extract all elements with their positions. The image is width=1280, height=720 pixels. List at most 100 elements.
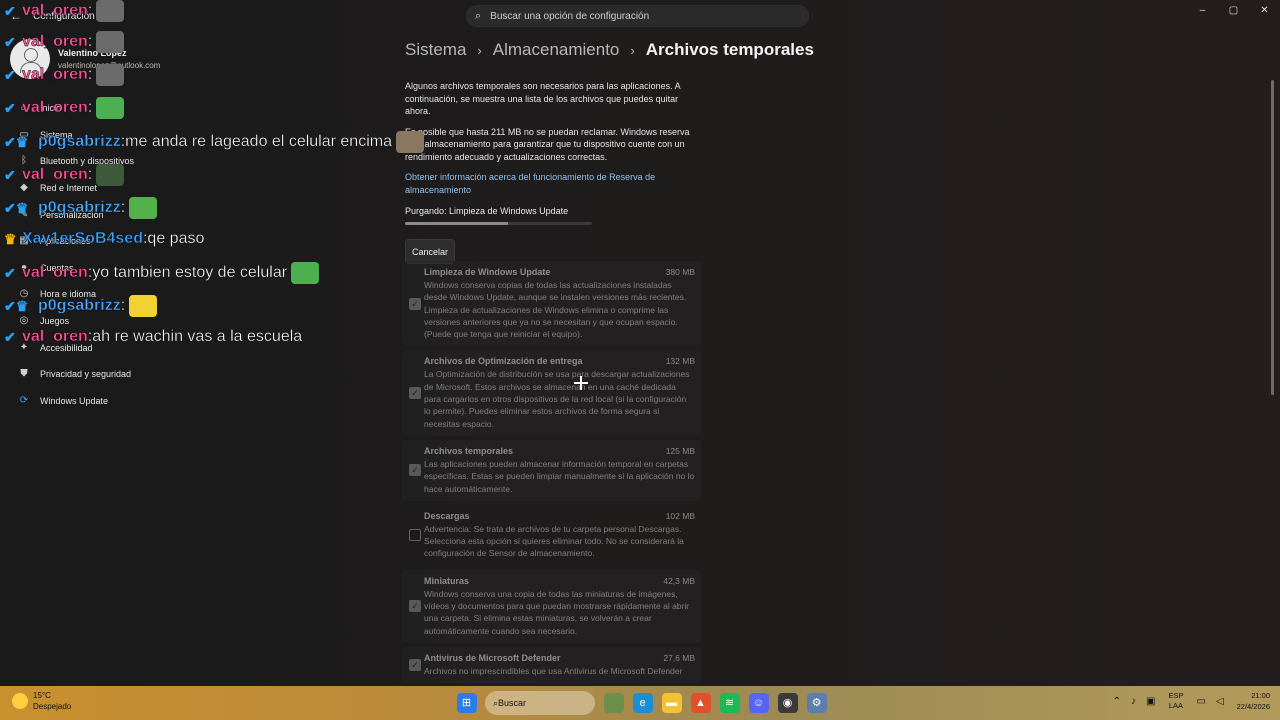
category-checkbox[interactable] — [409, 529, 421, 542]
chat-message: ✔♛ p0gsabrizz: — [4, 295, 158, 317]
weather-widget[interactable]: 15°C Despejado — [12, 690, 71, 712]
category-description: Advertencia: Se trata de archivos de tu … — [424, 523, 684, 559]
chat-text: ah re wachin vas a la escuela — [92, 328, 303, 345]
frog-app-icon[interactable] — [603, 693, 624, 713]
chat-separator: : — [87, 2, 93, 19]
chat-username[interactable]: val_oren — [22, 66, 88, 84]
category-checkbox[interactable]: ✓ — [409, 386, 421, 399]
language-indicator[interactable]: ESP LAA — [1168, 691, 1183, 711]
chat-emote-icon — [96, 164, 125, 186]
category-checkbox[interactable]: ✓ — [409, 658, 421, 671]
chat-username[interactable]: val_oren — [22, 99, 88, 117]
file-explorer-icon[interactable]: ▬ — [661, 693, 682, 713]
obs-icon[interactable]: ◉ — [777, 693, 798, 713]
storage-reserve-link[interactable]: Obtener información acerca del funcionam… — [405, 171, 705, 196]
shield-icon: ⛊ — [20, 368, 28, 380]
chat-text: yo tambien estoy de celular — [92, 264, 288, 281]
spotify-icon[interactable]: ≋ — [719, 693, 740, 713]
category-size: 27,6 MB — [663, 652, 695, 663]
taskbar: 15°C Despejado ⊞ ⌕ Buscar e ▬ ▲ ≋ ☺ ◉ ⚙ ⌃ ♪ ▣ ES… — [0, 686, 1280, 720]
sidebar-item-windows-update[interactable]: ⟳ Windows Update — [0, 388, 200, 415]
category-description: Archivos no imprescindibles que usa Anti… — [424, 665, 683, 676]
edge-icon[interactable]: e — [632, 693, 653, 713]
clock-time: 21:00 — [1251, 691, 1270, 700]
chat-username[interactable]: p0gsabrizz — [38, 297, 121, 315]
scrollbar[interactable] — [1271, 80, 1274, 395]
chat-badge-icon: ✔♛ — [4, 297, 29, 314]
sun-icon — [12, 693, 28, 709]
sidebar-item-label: Privacidad y seguridad — [40, 369, 132, 380]
temp-file-category: Descargas 102 MB Advertencia: Se trata de … — [402, 505, 701, 566]
category-title: Limpieza de Windows Update — [424, 267, 551, 277]
category-title: Antivirus de Microsoft Defender — [424, 652, 561, 663]
chat-badge-icon: ✔ — [4, 2, 16, 19]
chat-emote-icon — [395, 131, 424, 153]
chat-username[interactable]: val_oren — [22, 264, 88, 282]
minimize-icon[interactable]: – — [1187, 0, 1218, 22]
close-icon[interactable]: ✕ — [1249, 0, 1280, 22]
chat-username[interactable]: val_oren — [22, 328, 88, 346]
category-size: 102 MB — [665, 510, 695, 521]
reserve-text: Es posible que hasta 211 MB no se puedan… — [405, 126, 690, 162]
chat-separator: : — [120, 199, 126, 216]
tray-app-icon[interactable]: ▣ — [1146, 696, 1155, 707]
chat-badge-icon: ✔ — [4, 166, 16, 183]
breadcrumb-almacenamiento[interactable]: Almacenamiento — [493, 40, 620, 60]
category-checkbox[interactable]: ✓ — [409, 600, 421, 613]
crosshair-cursor-icon — [574, 376, 588, 390]
weather-temp: 15°C — [33, 691, 51, 700]
brave-icon[interactable]: ▲ — [690, 693, 711, 713]
volume-icon[interactable]: ◁ — [1216, 696, 1224, 707]
breadcrumb: Sistema › Almacenamiento › Archivos temp… — [405, 40, 814, 60]
category-title: Archivos temporales — [424, 445, 514, 456]
start-icon[interactable]: ⊞ — [456, 693, 477, 713]
settings-search-input[interactable] — [490, 10, 791, 22]
chat-message: ✔♛ p0gsabrizz: — [4, 197, 158, 219]
lang-line2: LAA — [1168, 701, 1184, 710]
chat-username[interactable]: val_oren — [22, 166, 88, 184]
discord-icon[interactable]: ☺ — [748, 693, 769, 713]
chat-badge-icon: ✔♛ — [4, 199, 29, 216]
chat-badge-icon: ✔ — [4, 264, 16, 281]
category-checkbox[interactable]: ✓ — [409, 464, 421, 477]
chat-message: ✔ val_oren: — [4, 97, 125, 119]
taskbar-apps: ⊞ ⌕ Buscar e ▬ ▲ ≋ ☺ ◉ ⚙ — [452, 691, 831, 715]
category-title: Archivos de Optimización de entrega — [424, 356, 583, 367]
maximize-icon[interactable]: ▢ — [1218, 0, 1249, 22]
purging-status: Purgando: Limpieza de Windows Update — [405, 206, 569, 216]
sidebar-item-privacidad-y-seguridad[interactable]: ⛊ Privacidad y seguridad — [0, 361, 200, 388]
chat-emote-icon — [96, 0, 125, 22]
category-title: Descargas — [424, 510, 470, 521]
category-description: Windows conserva copias de todas las act… — [424, 280, 687, 340]
chat-username[interactable]: p0gsabrizz — [38, 133, 121, 151]
chat-badge-icon: ♛ — [4, 230, 17, 247]
chat-badge-icon: ✔ — [4, 99, 16, 116]
category-size: 132 MB — [665, 356, 695, 367]
chat-username[interactable]: p0gsabrizz — [38, 199, 121, 217]
settings-search-box[interactable]: ⌕ — [466, 5, 809, 27]
taskbar-search[interactable]: ⌕ Buscar — [485, 691, 595, 715]
lang-line1: ESP — [1168, 691, 1184, 700]
chat-emote-icon — [96, 97, 125, 119]
network-icon[interactable]: ▭ — [1196, 696, 1205, 707]
chat-message: ✔ val_oren: ah re wachin vas a la escuela — [4, 328, 302, 346]
clock[interactable]: 21:00 22/4/2026 — [1237, 690, 1270, 712]
chevron-right-icon: › — [630, 42, 635, 58]
chat-username[interactable]: val_oren — [22, 2, 88, 20]
microphone-icon[interactable]: ♪ — [1131, 696, 1136, 707]
chat-message: ✔ val_oren: yo tambien estoy de celular — [4, 262, 320, 284]
main-content: Algunos archivos temporales son necesari… — [405, 80, 705, 264]
update-icon: ⟳ — [19, 394, 29, 406]
chevron-up-icon[interactable]: ⌃ — [1113, 696, 1121, 707]
weather-desc: Despejado — [33, 702, 72, 711]
chat-text: me anda re lageado el celular encima — [125, 133, 392, 150]
settings-icon[interactable]: ⚙ — [806, 693, 827, 713]
chat-separator: : — [87, 66, 93, 83]
chat-badge-icon: ✔♛ — [4, 133, 29, 150]
chat-username[interactable]: val_oren — [22, 33, 88, 51]
category-size: 380 MB — [665, 267, 695, 277]
chat-username[interactable]: Xav1erSoB4sed — [22, 230, 143, 248]
intro-text: Algunos archivos temporales son necesari… — [405, 81, 681, 116]
chat-text: qe paso — [147, 230, 205, 247]
temp-file-category: ✓ Antivirus de Microsoft Defender 27,6 MB A… — [402, 646, 701, 684]
